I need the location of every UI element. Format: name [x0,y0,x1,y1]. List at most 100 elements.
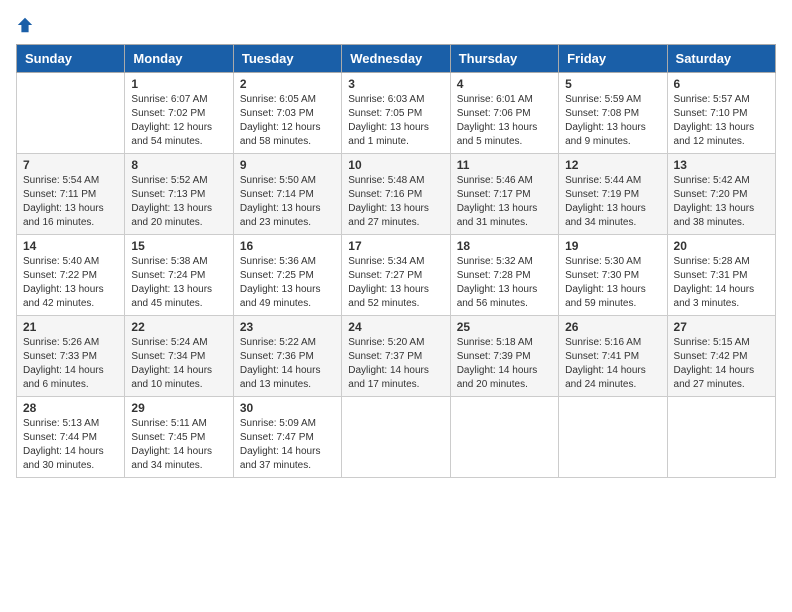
calendar-cell: 22 Sunrise: 5:24 AMSunset: 7:34 PMDayligh… [125,316,233,397]
cell-date-number: 14 [23,239,118,253]
cell-date-number: 22 [131,320,226,334]
calendar-cell: 5 Sunrise: 5:59 AMSunset: 7:08 PMDaylight… [559,73,667,154]
calendar-cell: 17 Sunrise: 5:34 AMSunset: 7:27 PMDayligh… [342,235,450,316]
calendar-week-row: 28 Sunrise: 5:13 AMSunset: 7:44 PMDayligh… [17,397,776,478]
cell-info: Sunrise: 5:09 AMSunset: 7:47 PMDaylight:… [240,417,335,473]
cell-info: Sunrise: 5:50 AMSunset: 7:14 PMDaylight:… [240,174,335,230]
cell-date-number: 20 [674,239,769,253]
cell-info: Sunrise: 5:59 AMSunset: 7:08 PMDaylight:… [565,93,660,149]
calendar-week-row: 21 Sunrise: 5:26 AMSunset: 7:33 PMDayligh… [17,316,776,397]
cell-info: Sunrise: 5:13 AMSunset: 7:44 PMDaylight:… [23,417,118,473]
cell-date-number: 27 [674,320,769,334]
cell-date-number: 15 [131,239,226,253]
calendar-cell: 7 Sunrise: 5:54 AMSunset: 7:11 PMDaylight… [17,154,125,235]
cell-date-number: 8 [131,158,226,172]
calendar-cell: 28 Sunrise: 5:13 AMSunset: 7:44 PMDayligh… [17,397,125,478]
cell-info: Sunrise: 5:40 AMSunset: 7:22 PMDaylight:… [23,255,118,311]
calendar-cell [342,397,450,478]
calendar-week-row: 7 Sunrise: 5:54 AMSunset: 7:11 PMDaylight… [17,154,776,235]
cell-date-number: 6 [674,77,769,91]
cell-info: Sunrise: 5:46 AMSunset: 7:17 PMDaylight:… [457,174,552,230]
cell-info: Sunrise: 5:22 AMSunset: 7:36 PMDaylight:… [240,336,335,392]
cell-date-number: 1 [131,77,226,91]
calendar-cell: 15 Sunrise: 5:38 AMSunset: 7:24 PMDayligh… [125,235,233,316]
weekday-header-tuesday: Tuesday [233,45,341,73]
cell-date-number: 17 [348,239,443,253]
cell-info: Sunrise: 5:57 AMSunset: 7:10 PMDaylight:… [674,93,769,149]
calendar-cell: 23 Sunrise: 5:22 AMSunset: 7:36 PMDayligh… [233,316,341,397]
cell-info: Sunrise: 5:24 AMSunset: 7:34 PMDaylight:… [131,336,226,392]
cell-date-number: 29 [131,401,226,415]
cell-date-number: 30 [240,401,335,415]
calendar-cell: 14 Sunrise: 5:40 AMSunset: 7:22 PMDayligh… [17,235,125,316]
cell-date-number: 10 [348,158,443,172]
calendar-cell: 3 Sunrise: 6:03 AMSunset: 7:05 PMDaylight… [342,73,450,154]
weekday-header-monday: Monday [125,45,233,73]
calendar-cell [559,397,667,478]
weekday-header-friday: Friday [559,45,667,73]
calendar-cell: 29 Sunrise: 5:11 AMSunset: 7:45 PMDayligh… [125,397,233,478]
cell-info: Sunrise: 6:01 AMSunset: 7:06 PMDaylight:… [457,93,552,149]
calendar-week-row: 1 Sunrise: 6:07 AMSunset: 7:02 PMDaylight… [17,73,776,154]
cell-info: Sunrise: 5:38 AMSunset: 7:24 PMDaylight:… [131,255,226,311]
cell-date-number: 23 [240,320,335,334]
calendar-cell [450,397,558,478]
calendar-cell: 26Sunrise: 5:16 AMSunset: 7:41 PMDayligh… [559,316,667,397]
calendar-cell: 13Sunrise: 5:42 AMSunset: 7:20 PMDayligh… [667,154,775,235]
calendar-week-row: 14 Sunrise: 5:40 AMSunset: 7:22 PMDayligh… [17,235,776,316]
calendar-cell: 12 Sunrise: 5:44 AMSunset: 7:19 PMDayligh… [559,154,667,235]
weekday-header-sunday: Sunday [17,45,125,73]
calendar-cell: 4 Sunrise: 6:01 AMSunset: 7:06 PMDaylight… [450,73,558,154]
calendar-cell [667,397,775,478]
cell-info: Sunrise: 6:03 AMSunset: 7:05 PMDaylight:… [348,93,443,149]
cell-info: Sunrise: 5:44 AMSunset: 7:19 PMDaylight:… [565,174,660,230]
calendar-cell: 24Sunrise: 5:20 AMSunset: 7:37 PMDayligh… [342,316,450,397]
calendar-cell: 6 Sunrise: 5:57 AMSunset: 7:10 PMDaylight… [667,73,775,154]
logo [16,16,38,34]
cell-info: Sunrise: 5:26 AMSunset: 7:33 PMDaylight:… [23,336,118,392]
cell-info: Sunrise: 5:11 AMSunset: 7:45 PMDaylight:… [131,417,226,473]
calendar-cell: 8 Sunrise: 5:52 AMSunset: 7:13 PMDaylight… [125,154,233,235]
calendar-cell: 20 Sunrise: 5:28 AMSunset: 7:31 PMDayligh… [667,235,775,316]
cell-info: Sunrise: 6:05 AMSunset: 7:03 PMDaylight:… [240,93,335,149]
calendar-cell: 25 Sunrise: 5:18 AMSunset: 7:39 PMDayligh… [450,316,558,397]
cell-date-number: 12 [565,158,660,172]
calendar-cell: 30 Sunrise: 5:09 AMSunset: 7:47 PMDayligh… [233,397,341,478]
cell-date-number: 19 [565,239,660,253]
cell-date-number: 26 [565,320,660,334]
calendar-table: SundayMondayTuesdayWednesdayThursdayFrid… [16,44,776,478]
calendar-cell: 19Sunrise: 5:30 AMSunset: 7:30 PMDayligh… [559,235,667,316]
calendar-cell: 16 Sunrise: 5:36 AMSunset: 7:25 PMDayligh… [233,235,341,316]
cell-info: Sunrise: 5:28 AMSunset: 7:31 PMDaylight:… [674,255,769,311]
cell-info: Sunrise: 5:15 AMSunset: 7:42 PMDaylight:… [674,336,769,392]
cell-date-number: 28 [23,401,118,415]
cell-date-number: 7 [23,158,118,172]
page-header [16,16,776,34]
weekday-header-thursday: Thursday [450,45,558,73]
logo-icon [16,16,34,34]
cell-info: Sunrise: 5:18 AMSunset: 7:39 PMDaylight:… [457,336,552,392]
cell-info: Sunrise: 5:36 AMSunset: 7:25 PMDaylight:… [240,255,335,311]
cell-info: Sunrise: 5:54 AMSunset: 7:11 PMDaylight:… [23,174,118,230]
cell-date-number: 2 [240,77,335,91]
cell-info: Sunrise: 5:20 AMSunset: 7:37 PMDaylight:… [348,336,443,392]
weekday-header-wednesday: Wednesday [342,45,450,73]
calendar-cell: 2 Sunrise: 6:05 AMSunset: 7:03 PMDaylight… [233,73,341,154]
cell-info: Sunrise: 5:42 AMSunset: 7:20 PMDaylight:… [674,174,769,230]
calendar-cell: 27 Sunrise: 5:15 AMSunset: 7:42 PMDayligh… [667,316,775,397]
cell-date-number: 16 [240,239,335,253]
cell-info: Sunrise: 5:52 AMSunset: 7:13 PMDaylight:… [131,174,226,230]
calendar-cell: 1 Sunrise: 6:07 AMSunset: 7:02 PMDaylight… [125,73,233,154]
cell-info: Sunrise: 5:34 AMSunset: 7:27 PMDaylight:… [348,255,443,311]
cell-info: Sunrise: 5:32 AMSunset: 7:28 PMDaylight:… [457,255,552,311]
calendar-cell: 18Sunrise: 5:32 AMSunset: 7:28 PMDayligh… [450,235,558,316]
cell-date-number: 11 [457,158,552,172]
cell-date-number: 5 [565,77,660,91]
calendar-cell: 10Sunrise: 5:48 AMSunset: 7:16 PMDayligh… [342,154,450,235]
cell-date-number: 3 [348,77,443,91]
cell-date-number: 21 [23,320,118,334]
cell-date-number: 4 [457,77,552,91]
cell-date-number: 25 [457,320,552,334]
cell-date-number: 9 [240,158,335,172]
cell-info: Sunrise: 6:07 AMSunset: 7:02 PMDaylight:… [131,93,226,149]
